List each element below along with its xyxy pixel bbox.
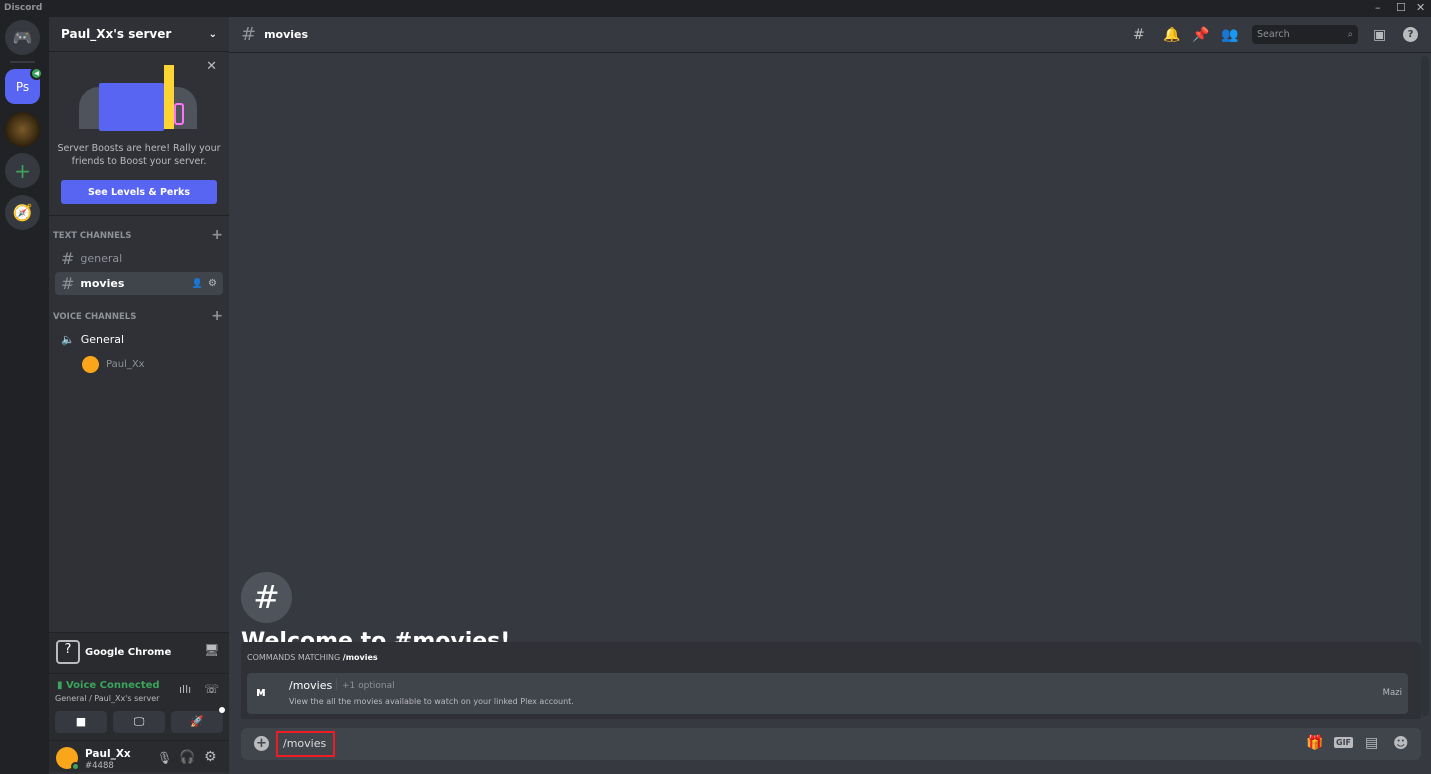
rocket-icon: 🚀 xyxy=(190,715,204,728)
microphone-icon[interactable]: 🎙 xyxy=(157,751,172,765)
pin-icon[interactable]: 📌 xyxy=(1192,27,1209,43)
scrollbar[interactable] xyxy=(1421,56,1429,716)
screen-share-icon[interactable]: 🖥 xyxy=(204,643,219,657)
voice-status-text: Voice Connected xyxy=(65,680,160,691)
username: Paul_Xx xyxy=(85,748,131,760)
channel-hash-icon: # xyxy=(241,572,292,623)
sticker-icon[interactable]: ▤ xyxy=(1365,735,1378,751)
online-status-icon xyxy=(71,762,80,771)
members-icon[interactable]: 👥 xyxy=(1221,27,1238,43)
server-abbr: Ps xyxy=(15,79,30,94)
channel-title: movies xyxy=(264,28,309,41)
autocomplete-query: /movies xyxy=(342,653,378,662)
channel-movies[interactable]: # movies 👤 ⚙ xyxy=(55,272,223,295)
gear-icon[interactable]: ⚙ xyxy=(208,278,217,289)
add-channel-icon[interactable]: + xyxy=(211,227,223,243)
avatar[interactable] xyxy=(56,747,80,771)
threads-icon[interactable]: # xyxy=(1133,27,1145,43)
help-icon[interactable]: ? xyxy=(1403,27,1418,42)
command-autocomplete: COMMANDS MATCHING /movies ᴍ /movies +1 o… xyxy=(241,642,1421,719)
speaker-icon: ◀ xyxy=(30,67,43,80)
hash-icon: # xyxy=(241,24,257,45)
unknown-activity-icon: ? xyxy=(56,640,80,664)
home-button[interactable]: 🎮 xyxy=(5,20,40,55)
channel-name: general xyxy=(80,252,123,265)
command-description: View the all the movies available to wat… xyxy=(289,697,574,706)
category-label: TEXT CHANNELS xyxy=(53,231,132,241)
text-channels-category[interactable]: TEXT CHANNELS + xyxy=(53,227,223,243)
speaker-icon: 🔈 xyxy=(61,333,75,346)
bell-icon[interactable]: 🔔 xyxy=(1163,27,1180,43)
server-avatar[interactable] xyxy=(5,112,40,147)
voice-location[interactable]: General / Paul_Xx's server xyxy=(55,694,159,703)
command-name: /movies xyxy=(289,679,333,692)
message-input-value: /movies xyxy=(283,737,327,750)
channel-sidebar: Paul_Xx's server ⌄ ✕ Server Boosts are he… xyxy=(49,17,229,774)
screen-share-button[interactable]: 🖵 xyxy=(113,711,165,733)
voice-channel-general[interactable]: 🔈 General xyxy=(55,328,223,351)
activity-name: Google Chrome xyxy=(85,647,172,658)
voice-status[interactable]: ▮ Voice Connected xyxy=(57,680,160,691)
see-levels-perks-button[interactable]: See Levels & Perks xyxy=(61,180,217,204)
voice-user-name: Paul_Xx xyxy=(106,359,145,370)
maximize-icon[interactable]: ☐ xyxy=(1396,1,1406,14)
message-input[interactable]: + /movies 🎁 GIF ▤ ☻ xyxy=(241,728,1421,760)
voice-channels-category[interactable]: VOICE CHANNELS + xyxy=(53,308,223,324)
gif-icon[interactable]: GIF xyxy=(1334,737,1354,748)
discord-logo-icon: 🎮 xyxy=(12,28,33,47)
command-item[interactable]: ᴍ /movies +1 optional View the all the m… xyxy=(247,673,1408,714)
category-label: VOICE CHANNELS xyxy=(53,312,137,322)
plus-circle-icon[interactable]: + xyxy=(254,736,269,751)
command-app: Mazi xyxy=(1382,688,1402,698)
autocomplete-header: COMMANDS MATCHING /movies xyxy=(247,653,378,662)
hash-icon: # xyxy=(61,249,75,268)
chevron-down-icon: ⌄ xyxy=(208,28,217,40)
hash-icon: # xyxy=(61,274,75,293)
app-title: Discord xyxy=(4,3,43,13)
voice-user[interactable]: Paul_Xx xyxy=(82,356,145,373)
app-logo-icon: ᴍ xyxy=(256,685,266,699)
add-server-button[interactable]: + xyxy=(5,153,40,188)
boost-text: Server Boosts are here! Rally your frien… xyxy=(57,143,221,167)
explore-button[interactable]: 🧭 xyxy=(5,195,40,230)
user-tag: #4488 xyxy=(85,761,114,771)
autocomplete-label: COMMANDS MATCHING xyxy=(247,653,341,662)
search-input[interactable]: Search ⌕ xyxy=(1252,25,1358,44)
channel-name: movies xyxy=(80,277,125,290)
invite-icon[interactable]: 👤 xyxy=(192,279,203,289)
avatar xyxy=(82,356,99,373)
server-paul-xx[interactable]: Ps ◀ xyxy=(5,67,43,104)
search-icon: ⌕ xyxy=(1347,29,1353,40)
camera-icon: ■ xyxy=(75,715,87,728)
screen-icon: 🖵 xyxy=(133,715,145,728)
headphones-icon[interactable]: 🎧 xyxy=(179,750,195,765)
server-header[interactable]: Paul_Xx's server ⌄ xyxy=(49,17,229,52)
server-rail: 🎮 Ps ◀ + 🧭 xyxy=(0,17,49,774)
inbox-icon[interactable]: ▣ xyxy=(1373,27,1386,43)
title-bar: Discord – ☐ ✕ xyxy=(0,0,1431,17)
channel-header: # movies # 🔔 📌 👥 Search ⌕ ▣ ? xyxy=(229,17,1431,53)
close-icon[interactable]: ✕ xyxy=(1416,1,1425,14)
server-name: Paul_Xx's server xyxy=(61,27,172,41)
boost-banner: ✕ Server Boosts are here! Rally your fri… xyxy=(49,53,229,216)
emoji-icon[interactable]: ☻ xyxy=(1393,734,1409,752)
compass-icon: 🧭 xyxy=(12,203,33,222)
search-placeholder: Search xyxy=(1257,29,1290,40)
channel-general[interactable]: # general xyxy=(55,247,223,270)
welcome-heading: Welcome to #movies! xyxy=(241,629,511,642)
noise-suppression-icon[interactable]: ıllı xyxy=(179,683,191,696)
channel-name: General xyxy=(80,333,125,346)
plus-icon: + xyxy=(14,158,31,183)
disconnect-icon[interactable]: ☏ xyxy=(204,682,219,696)
minimize-icon[interactable]: – xyxy=(1375,1,1381,14)
user-panel: ? Google Chrome 🖥 ▮ Voice Connected Gene… xyxy=(49,632,229,772)
close-icon[interactable]: ✕ xyxy=(206,59,217,74)
gift-icon[interactable]: 🎁 xyxy=(1306,735,1323,751)
add-channel-icon[interactable]: + xyxy=(211,308,223,324)
activity-button[interactable]: 🚀 xyxy=(171,707,225,733)
gear-icon[interactable]: ⚙ xyxy=(204,749,217,765)
command-option: +1 optional xyxy=(342,681,395,691)
camera-button[interactable]: ■ xyxy=(55,711,107,733)
